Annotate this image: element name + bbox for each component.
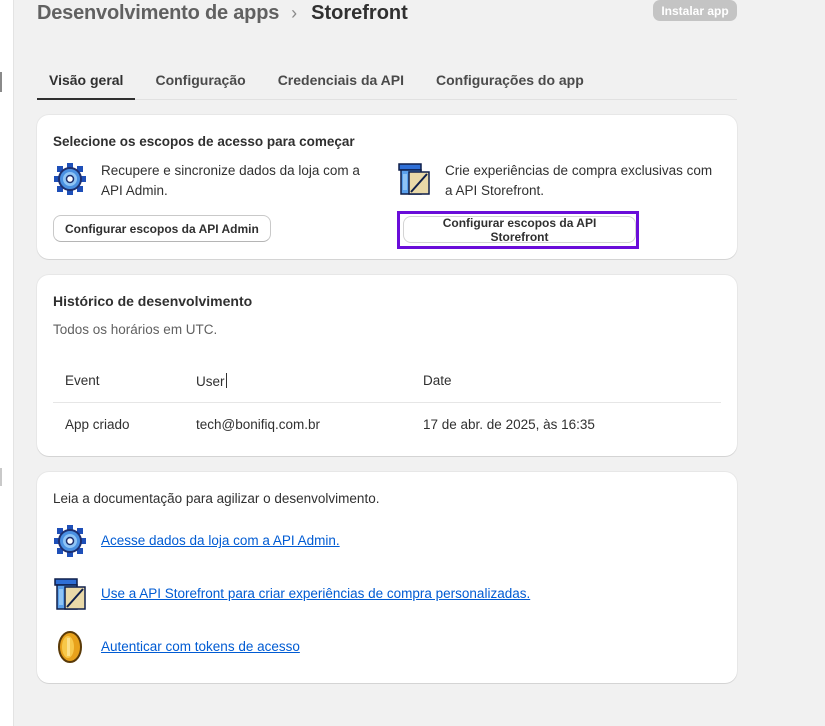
doc-link-storefront-api[interactable]: Use a API Storefront para criar experiên… [101, 586, 530, 601]
doc-link-item: Autenticar com tokens de acesso [53, 629, 300, 664]
page-header: Desenvolvimento de apps › Storefront [37, 0, 408, 26]
tab-bar: Visão geral Configuração Credenciais da … [37, 62, 737, 100]
configure-admin-scopes-button[interactable]: Configurar escopos da API Admin [53, 215, 271, 242]
card-title: Histórico de desenvolvimento [53, 293, 253, 309]
doc-link-access-tokens[interactable]: Autenticar com tokens de acesso [101, 639, 300, 654]
access-scopes-card: Selecione os escopos de acesso para come… [37, 115, 737, 259]
doc-link-admin-api[interactable]: Acesse dados da loja com a API Admin. [101, 533, 340, 548]
admin-scope-description: Recupere e sincronize dados da loja com … [101, 163, 360, 198]
tab-app-settings[interactable]: Configurações do app [424, 61, 596, 99]
table-row: App criado tech@bonifiq.com.br 17 de abr… [53, 403, 721, 444]
doc-link-item: Use a API Storefront para criar experiên… [53, 576, 530, 611]
tab-api-credentials[interactable]: Credenciais da API [266, 61, 416, 99]
breadcrumb-parent[interactable]: Desenvolvimento de apps [37, 2, 279, 25]
coin-icon [58, 631, 82, 663]
column-header-date: Date [423, 373, 452, 388]
doc-link-item: Acesse dados da loja com a API Admin. [53, 523, 340, 558]
text-cursor [225, 373, 227, 388]
cell-event: App criado [65, 417, 130, 432]
storefront-icon [398, 163, 430, 195]
timezone-note: Todos os horários em UTC. [53, 322, 218, 337]
storefront-icon [54, 578, 86, 610]
card-title: Selecione os escopos de acesso para come… [53, 134, 355, 149]
table-header-row: Event User Date [53, 361, 721, 403]
gear-icon [54, 163, 86, 195]
highlight-box: Configurar escopos da API Storefront [397, 211, 639, 249]
page-title: Storefront [311, 1, 408, 24]
cell-user: tech@bonifiq.com.br [196, 417, 321, 432]
storefront-scope-description: Crie experiências de compra exclusivas c… [445, 163, 713, 198]
tab-overview[interactable]: Visão geral [37, 61, 136, 100]
install-app-button[interactable]: Instalar app [653, 0, 737, 21]
rail-marker [0, 72, 2, 92]
column-header-event: Event [65, 373, 100, 388]
development-history-card: Histórico de desenvolvimento Todos os ho… [37, 275, 737, 456]
left-navigation-rail [0, 0, 14, 726]
documentation-card: Leia a documentação para agilizar o dese… [37, 472, 737, 683]
tab-configuration[interactable]: Configuração [143, 61, 257, 99]
docs-intro: Leia a documentação para agilizar o dese… [53, 491, 380, 506]
admin-api-scope: Recupere e sincronize dados da loja com … [53, 161, 379, 201]
gear-icon [54, 525, 86, 557]
cell-date: 17 de abr. de 2025, às 16:35 [423, 417, 595, 432]
history-table: Event User Date App criado tech@bonifiq.… [53, 361, 721, 444]
configure-storefront-scopes-button[interactable]: Configurar escopos da API Storefront [403, 216, 636, 244]
column-header-user: User [196, 373, 227, 389]
chevron-right-icon: › [291, 2, 298, 23]
storefront-api-scope: Crie experiências de compra exclusivas c… [397, 161, 723, 201]
rail-marker [0, 468, 2, 486]
